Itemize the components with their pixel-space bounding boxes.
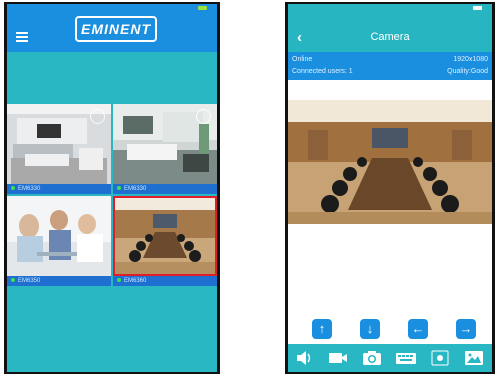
quality-text: Quality:Good bbox=[447, 68, 488, 75]
menu-icon[interactable] bbox=[16, 32, 28, 42]
right-arrow-icon[interactable]: → bbox=[456, 319, 476, 339]
online-status-icon bbox=[117, 278, 121, 283]
gallery-icon[interactable] bbox=[462, 348, 486, 368]
camera-list-screen: EMINENT EM6330 EM6330 EM6350 EM6360 bbox=[7, 4, 217, 372]
camera-name: EM6360 bbox=[124, 278, 147, 284]
app-header: EMINENT bbox=[7, 4, 217, 52]
camera-view-screen: ‹ Camera Online Connected users: 1 1920x… bbox=[288, 4, 492, 372]
up-arrow-icon[interactable]: ↑ bbox=[312, 319, 332, 339]
camera-name-bar: EM6330 bbox=[7, 184, 111, 194]
battery-icon bbox=[198, 6, 207, 10]
live-video-feed[interactable] bbox=[288, 100, 492, 224]
camera-name: EM6350 bbox=[18, 278, 41, 284]
camera-name-bar: EM6360 bbox=[113, 276, 217, 286]
camera-thumbnail bbox=[7, 196, 111, 276]
connected-users-text: Connected users: 1 bbox=[292, 68, 353, 75]
online-status-icon bbox=[11, 186, 15, 191]
ptz-controls: ↑ ↓ ← → bbox=[288, 319, 492, 343]
down-arrow-icon[interactable]: ↓ bbox=[360, 319, 380, 339]
camera-info-bar: Online Connected users: 1 1920x1080 Qual… bbox=[288, 52, 492, 80]
status-bar bbox=[7, 4, 217, 12]
online-status-icon bbox=[11, 278, 15, 283]
camera-snapshot-icon[interactable] bbox=[360, 348, 384, 368]
camera-tile-selected[interactable]: EM6360 bbox=[113, 196, 217, 286]
left-arrow-icon[interactable]: ← bbox=[408, 319, 428, 339]
zoom-icon[interactable] bbox=[428, 348, 452, 368]
brand-logo: EMINENT bbox=[75, 16, 157, 42]
camera-tile[interactable]: EM6330 bbox=[113, 104, 217, 194]
keyboard-icon[interactable] bbox=[394, 348, 418, 368]
phone-camera-view: ‹ Camera Online Connected users: 1 1920x… bbox=[285, 2, 495, 374]
app-header: ‹ Camera bbox=[288, 4, 492, 52]
phone-camera-list: EMINENT EM6330 EM6330 EM6350 EM6360 bbox=[4, 2, 220, 374]
battery-icon bbox=[473, 6, 482, 10]
page-title: Camera bbox=[370, 31, 410, 43]
camera-name-bar: EM6350 bbox=[7, 276, 111, 286]
status-bar bbox=[288, 4, 492, 12]
status-text: Online bbox=[292, 56, 313, 63]
camera-options-icon[interactable] bbox=[90, 109, 105, 124]
camera-name-bar: EM6330 bbox=[113, 184, 217, 194]
resolution-text: 1920x1080 bbox=[453, 56, 488, 63]
camera-thumbnail bbox=[113, 196, 217, 276]
speaker-icon[interactable] bbox=[292, 348, 316, 368]
camera-options-icon[interactable] bbox=[196, 109, 211, 124]
camera-name: EM6330 bbox=[124, 186, 147, 192]
online-status-icon bbox=[117, 186, 121, 191]
camera-name: EM6330 bbox=[18, 186, 41, 192]
bottom-toolbar bbox=[288, 344, 492, 372]
video-record-icon[interactable] bbox=[326, 348, 350, 368]
camera-tile[interactable]: EM6350 bbox=[7, 196, 111, 286]
camera-tile[interactable]: EM6330 bbox=[7, 104, 111, 194]
